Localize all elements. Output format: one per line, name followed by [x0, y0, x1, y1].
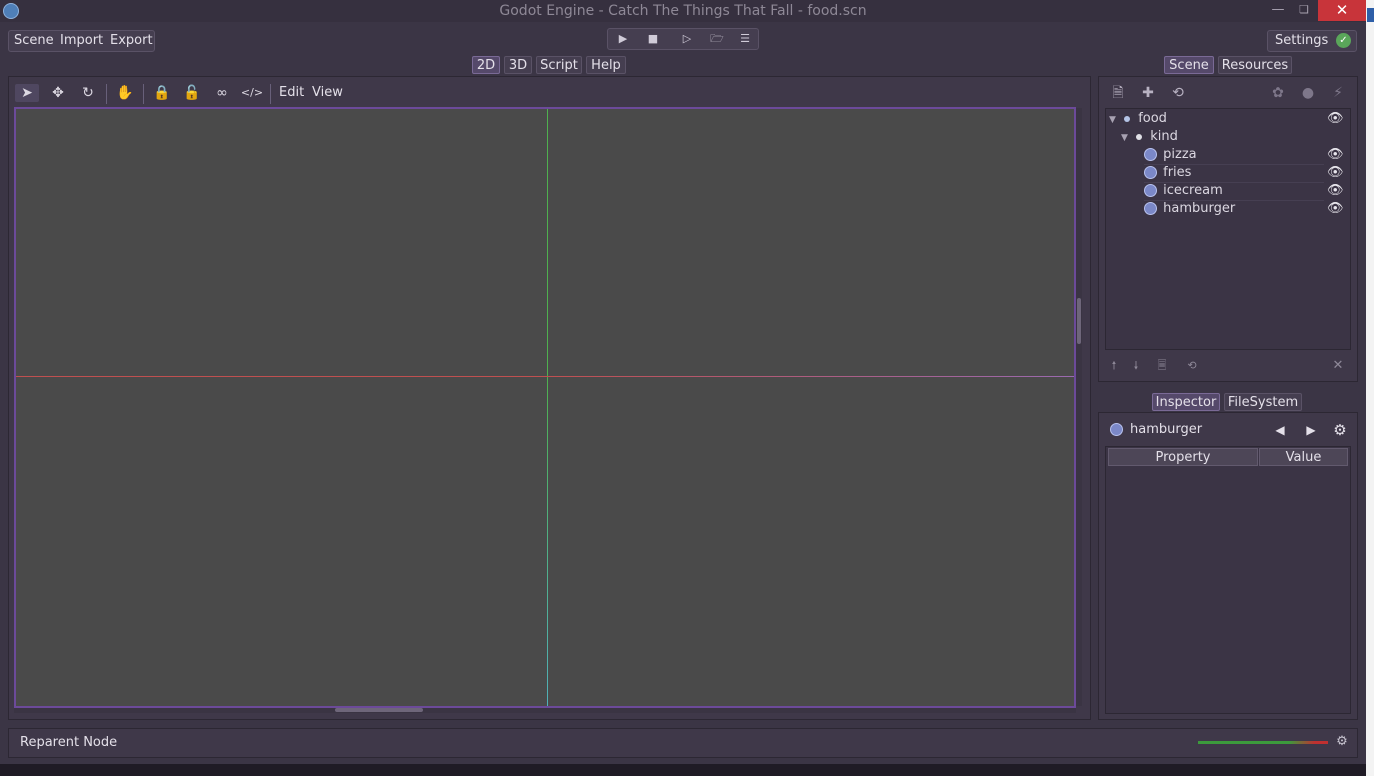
tree-node-item[interactable]: hamburger 👁 [1144, 200, 1350, 218]
gear-icon[interactable]: ⚙ [1330, 420, 1350, 440]
horizontal-scrollbar[interactable] [14, 708, 1076, 713]
window-edge [1366, 0, 1374, 776]
signals-icon[interactable]: ⚡ [1328, 84, 1348, 102]
move-down-icon[interactable]: 🠗 [1128, 358, 1144, 374]
toolbar-separator [143, 84, 144, 104]
horizontal-scroll-thumb[interactable] [335, 708, 423, 712]
menu-import[interactable]: Import [60, 33, 103, 48]
select-icon[interactable]: ➤ [15, 84, 39, 102]
menu-export[interactable]: Export [110, 33, 153, 48]
toolbar-separator [106, 84, 107, 104]
list-icon[interactable]: ☰ [732, 29, 758, 49]
sprite-icon [1144, 166, 1157, 179]
group-icon[interactable]: ∞ [210, 84, 234, 102]
tree-node-item[interactable]: icecream 👁 [1144, 182, 1350, 200]
tab-resources[interactable]: Resources [1218, 56, 1292, 74]
check-icon: ✓ [1336, 33, 1351, 48]
tree-node-root[interactable]: ▼ food 👁 [1109, 110, 1349, 128]
rotate-icon[interactable]: ↻ [76, 84, 100, 102]
tree-node-item[interactable]: fries 👁 [1144, 164, 1350, 182]
editor-canvas[interactable] [14, 107, 1076, 708]
add-node-icon[interactable]: ✚ [1138, 84, 1158, 102]
tab-2d[interactable]: 2D [472, 56, 500, 74]
minimize-button[interactable]: — [1266, 0, 1290, 21]
lock-icon[interactable]: 🔒 [150, 84, 174, 102]
restore-button[interactable]: ❏ [1292, 0, 1316, 21]
reparent-icon[interactable]: ⟲ [1184, 358, 1200, 374]
sprite-icon [1144, 184, 1157, 197]
viewport-view-menu[interactable]: View [312, 85, 343, 100]
expand-arrow-icon[interactable]: ▼ [1121, 133, 1128, 143]
status-text: Reparent Node [20, 735, 118, 750]
window-title: Godot Engine - Catch The Things That Fal… [499, 3, 867, 19]
instance-icon[interactable]: ⟲ [1168, 84, 1188, 102]
groups-icon[interactable]: ● [1298, 84, 1318, 102]
y-axis-line [547, 109, 548, 706]
expand-arrow-icon[interactable]: ▼ [1109, 115, 1116, 125]
ungroup-icon[interactable]: </> [240, 84, 264, 102]
close-button[interactable]: ✕ [1318, 0, 1366, 21]
sprite-icon [1110, 423, 1123, 436]
tree-node-label: hamburger [1163, 201, 1236, 216]
stop-icon[interactable]: ■ [640, 29, 666, 49]
play-icon[interactable]: ▶ [610, 29, 636, 49]
sprite-icon [1144, 148, 1157, 161]
settings-label[interactable]: Settings [1275, 33, 1328, 48]
play-scene-icon[interactable]: ▷ [674, 29, 700, 49]
tab-filesystem[interactable]: FileSystem [1224, 393, 1302, 411]
tab-script[interactable]: Script [536, 56, 582, 74]
move-icon[interactable]: ✥ [46, 84, 70, 102]
tree-node-label: pizza [1163, 147, 1197, 162]
eye-icon[interactable]: 👁 [1327, 182, 1344, 200]
new-scene-icon[interactable]: 🗎 [1108, 84, 1128, 102]
tree-node-label: food [1138, 111, 1167, 126]
move-up-icon[interactable]: 🠕 [1106, 358, 1122, 374]
tab-help[interactable]: Help [586, 56, 626, 74]
eye-icon[interactable]: 👁 [1327, 146, 1344, 164]
pan-icon[interactable]: ✋ [113, 84, 137, 102]
duplicate-icon[interactable]: 🗏 [1154, 358, 1170, 374]
viewport-edit-menu[interactable]: Edit [279, 85, 304, 100]
column-header-value[interactable]: Value [1259, 448, 1348, 466]
tree-node-item[interactable]: pizza 👁 [1144, 146, 1350, 164]
performance-meter [1198, 741, 1328, 744]
column-header-property[interactable]: Property [1108, 448, 1258, 466]
tab-3d[interactable]: 3D [504, 56, 532, 74]
taskbar-strip [0, 764, 1366, 776]
tab-inspector[interactable]: Inspector [1152, 393, 1220, 411]
eye-icon[interactable]: 👁 [1327, 200, 1344, 218]
eye-icon[interactable]: 👁 [1327, 164, 1344, 182]
history-back-icon[interactable]: ◀ [1270, 420, 1290, 440]
property-table [1105, 446, 1351, 714]
edit-script-icon[interactable]: ✿ [1268, 84, 1288, 102]
menu-scene[interactable]: Scene [14, 33, 54, 48]
background-window-icon [1367, 8, 1374, 22]
tree-node-group[interactable]: ▼ kind [1121, 128, 1321, 146]
toolbar-separator [270, 84, 271, 104]
unlock-icon[interactable]: 🔓 [180, 84, 204, 102]
status-bar [8, 728, 1358, 758]
folder-icon[interactable]: 🗁 [704, 29, 730, 49]
inspector-node-name: hamburger [1130, 422, 1203, 437]
node-icon [1124, 116, 1131, 122]
tree-node-label: fries [1163, 165, 1192, 180]
eye-icon[interactable]: 👁 [1327, 110, 1344, 128]
x-axis-line [16, 376, 1074, 377]
tree-node-label: icecream [1163, 183, 1223, 198]
delete-icon[interactable]: ✕ [1330, 358, 1346, 374]
spinner-icon: ⚙ [1336, 734, 1348, 749]
history-forward-icon[interactable]: ▶ [1301, 420, 1321, 440]
vertical-scroll-thumb[interactable] [1077, 298, 1081, 344]
tree-node-label: kind [1150, 129, 1178, 144]
tab-scene[interactable]: Scene [1164, 56, 1214, 74]
vertical-scrollbar[interactable] [1076, 108, 1082, 706]
node-icon [1136, 134, 1143, 140]
sprite-icon [1144, 202, 1157, 215]
